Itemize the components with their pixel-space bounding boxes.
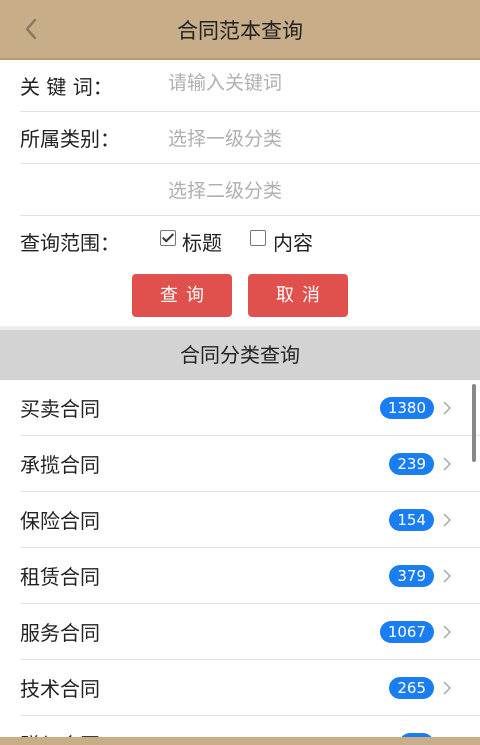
list-item-name: 服务合同 bbox=[20, 621, 100, 645]
top-bar: 合同范本查询 bbox=[0, 0, 480, 60]
scope-row: 查询范围： 标题 内容 bbox=[20, 216, 480, 267]
count-badge: 1067 bbox=[379, 621, 434, 643]
list-item-name: 赠与合同 bbox=[20, 729, 100, 737]
category2-row[interactable]: 选择二级分类 bbox=[20, 164, 480, 216]
bottom-bar bbox=[0, 737, 480, 745]
chevron-right-icon bbox=[443, 401, 452, 415]
scope-content-checkbox[interactable] bbox=[250, 230, 266, 246]
list-item-name: 承揽合同 bbox=[20, 453, 100, 477]
scope-title-checkbox[interactable] bbox=[160, 230, 176, 246]
cancel-button[interactable]: 取消 bbox=[248, 274, 348, 317]
chevron-right-icon bbox=[443, 457, 452, 471]
search-form: 关 键 词： 所属类别： 选择一级分类 选择二级分类 查询范围： 标题 内容 bbox=[0, 60, 480, 267]
list-item[interactable]: 保险合同 154 bbox=[20, 492, 480, 548]
chevron-right-icon bbox=[443, 569, 452, 583]
count-badge: 154 bbox=[389, 509, 434, 531]
list-scrollbar[interactable] bbox=[472, 384, 476, 462]
scope-content-label[interactable]: 内容 bbox=[273, 227, 313, 256]
section-header: 合同分类查询 bbox=[0, 326, 480, 380]
list-item[interactable]: 服务合同 1067 bbox=[20, 604, 480, 660]
count-badge: 379 bbox=[389, 565, 434, 587]
count-badge: 239 bbox=[389, 453, 434, 475]
category-label: 所属类别： bbox=[20, 127, 120, 151]
category1-select[interactable]: 选择一级分类 bbox=[168, 124, 468, 151]
category-list: 买卖合同 1380 承揽合同 239 保险合同 154 租赁合同 379 服务合… bbox=[0, 380, 480, 737]
list-item[interactable]: 赠与合同 72 bbox=[20, 716, 480, 737]
list-item[interactable]: 租赁合同 379 bbox=[20, 548, 480, 604]
list-item-name: 技术合同 bbox=[20, 677, 100, 701]
list-item-name: 保险合同 bbox=[20, 509, 100, 533]
category1-row[interactable]: 所属类别： 选择一级分类 bbox=[20, 112, 480, 164]
chevron-right-icon bbox=[443, 625, 452, 639]
chevron-right-icon bbox=[443, 513, 452, 527]
keyword-row: 关 键 词： bbox=[20, 60, 480, 112]
count-badge: 1380 bbox=[379, 397, 434, 419]
list-item[interactable]: 承揽合同 239 bbox=[20, 436, 480, 492]
chevron-right-icon bbox=[443, 681, 452, 695]
scope-title-label[interactable]: 标题 bbox=[182, 227, 222, 256]
list-item[interactable]: 买卖合同 1380 bbox=[20, 380, 480, 436]
search-button[interactable]: 查询 bbox=[132, 274, 232, 317]
count-badge: 265 bbox=[389, 677, 434, 699]
page-title: 合同范本查询 bbox=[177, 19, 303, 43]
category2-select[interactable]: 选择二级分类 bbox=[168, 176, 468, 203]
keyword-input[interactable] bbox=[168, 72, 468, 94]
section-title: 合同分类查询 bbox=[180, 343, 300, 367]
list-item-name: 买卖合同 bbox=[20, 397, 100, 421]
list-item[interactable]: 技术合同 265 bbox=[20, 660, 480, 716]
scope-label: 查询范围： bbox=[20, 231, 120, 255]
list-item-name: 租赁合同 bbox=[20, 565, 100, 589]
keyword-label: 关 键 词： bbox=[20, 75, 113, 99]
